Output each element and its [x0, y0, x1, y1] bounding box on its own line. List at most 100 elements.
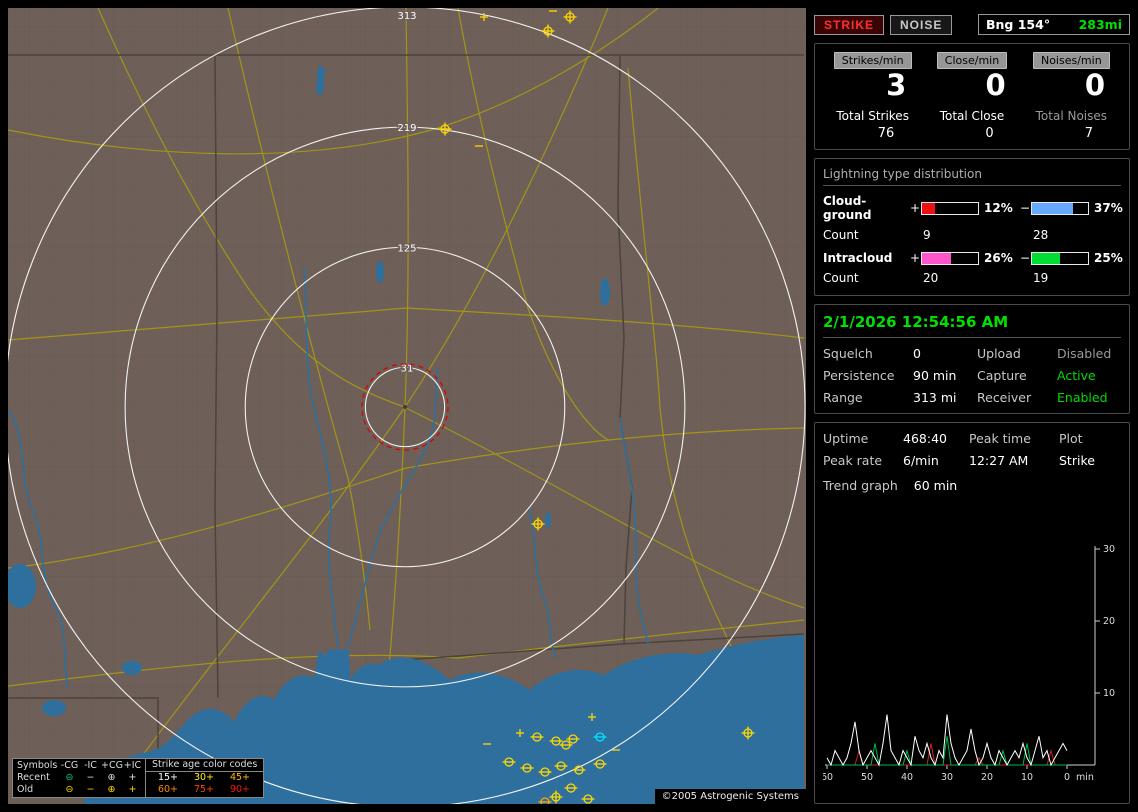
age-45: 45+ [229, 772, 251, 783]
intracloud-label: Intracloud [823, 251, 893, 266]
age-15: 15+ [157, 772, 179, 783]
ic-neg-count: 19 [1033, 271, 1049, 286]
lightning-map[interactable]: 31 125 219 313 Symbols -CG -IC +CG +IC Rece… [8, 8, 806, 804]
svg-text:30: 30 [941, 772, 953, 783]
svg-text:30: 30 [1103, 544, 1115, 555]
noises-per-min-chip[interactable]: Noises/min [1032, 52, 1110, 69]
col-neg-ic: -IC [84, 760, 97, 771]
peak-time-label: Peak time [969, 431, 1031, 447]
uptime-value: 468:40 [903, 431, 947, 447]
svg-text:10: 10 [1103, 688, 1115, 699]
ic-count-label: Count [823, 271, 859, 286]
trend-graph-period: 60 min [913, 478, 958, 494]
ic-pos-count: 20 [923, 271, 939, 286]
ic-pos-pct: 26% [984, 251, 1013, 266]
top-toolbar: STRIKE NOISE Bng 154° 283mi [814, 8, 1130, 35]
noises-rate-value: 0 [1084, 68, 1105, 102]
ic-pos-bar [921, 251, 979, 265]
recent-pos-cg-icon: ⊕ [107, 772, 116, 783]
cg-neg-pct: 37% [1094, 201, 1123, 216]
svg-text:20: 20 [981, 772, 993, 783]
recent-label: Recent [17, 772, 50, 783]
squelch-value: 0 [913, 346, 921, 362]
age-75: 75+ [193, 784, 215, 795]
persistence-label: Persistence [823, 368, 895, 384]
cg-neg-count: 28 [1033, 228, 1049, 243]
sensor-location-marker [403, 405, 407, 409]
recent-neg-ic-icon: − [86, 772, 95, 783]
svg-text:50: 50 [861, 772, 873, 783]
minus-sign: − [1019, 251, 1031, 266]
range-label: Range [823, 390, 863, 406]
ring-label-219: 219 [397, 123, 416, 134]
cg-count-label: Count [823, 228, 859, 243]
bearing-readout: Bng 154° 283mi [978, 14, 1130, 35]
cg-pos-pct: 12% [984, 201, 1013, 216]
svg-text:0: 0 [1064, 772, 1070, 783]
ring-label-313: 313 [397, 11, 416, 22]
persistence-value: 90 min [913, 368, 957, 384]
bearing-distance: 283mi [1078, 17, 1122, 32]
map-legend: Symbols -CG -IC +CG +IC Recent ⊖ − ⊕ + O… [12, 758, 265, 798]
old-label: Old [17, 784, 34, 795]
cloud-ground-row: Cloud-ground + 12% − 37% Count 9 28 [823, 194, 1123, 243]
bearing-label: Bng 154° [986, 17, 1051, 32]
total-noises-label: Total Noises [1035, 109, 1108, 124]
ic-neg-bar [1031, 251, 1089, 265]
ring-label-125: 125 [397, 243, 416, 254]
copyright-notice: ©2005 Astrogenic Systems [654, 789, 806, 804]
minus-sign: − [1019, 201, 1031, 216]
squelch-label: Squelch [823, 346, 873, 362]
age-header: Strike age color codes [146, 759, 264, 772]
cg-neg-bar [1031, 201, 1089, 215]
peak-rate-label: Peak rate [823, 453, 883, 469]
total-close-value: 0 [985, 126, 994, 142]
strike-button[interactable]: STRIKE [814, 14, 885, 35]
uptime-label: Uptime [823, 431, 869, 447]
old-neg-ic-icon: − [86, 784, 95, 795]
age-30: 30+ [193, 772, 215, 783]
total-strikes-value: 76 [877, 126, 895, 142]
svg-text:60: 60 [823, 772, 833, 783]
close-per-min-chip[interactable]: Close/min [936, 52, 1008, 69]
old-pos-cg-icon: ⊕ [107, 784, 116, 795]
col-pos-cg: +CG [101, 760, 123, 771]
trend-series-noises [827, 743, 1067, 766]
age-60: 60+ [157, 784, 179, 795]
symbol-legend: Symbols -CG -IC +CG +IC Recent ⊖ − ⊕ + O… [13, 759, 145, 797]
total-noises-value: 7 [1084, 126, 1093, 142]
distribution-title: Lightning type distribution [823, 167, 1121, 187]
receiver-label: Receiver [977, 390, 1032, 406]
strikes-per-min-chip[interactable]: Strikes/min [833, 52, 912, 69]
age-legend: Strike age color codes 15+ 30+ 45+ 60+ 7… [145, 759, 264, 797]
col-pos-ic: +IC [123, 760, 142, 771]
capture-state: Active [1057, 368, 1096, 384]
peak-rate-value: 6/min [903, 453, 939, 469]
cg-pos-count: 9 [923, 228, 931, 243]
recent-neg-cg-icon: ⊖ [65, 772, 74, 783]
upload-state: Disabled [1057, 346, 1112, 362]
svg-text:10: 10 [1021, 772, 1033, 783]
datetime-display: 2/1/2026 12:54:56 AM [823, 313, 1121, 339]
symbols-header: Symbols [17, 760, 58, 771]
svg-text:20: 20 [1103, 616, 1115, 627]
trend-graph-label: Trend graph [823, 478, 898, 494]
strikes-rate-value: 3 [886, 68, 907, 102]
total-strikes-label: Total Strikes [836, 109, 909, 124]
close-rate-value: 0 [985, 68, 1006, 102]
cg-pos-bar [921, 201, 979, 215]
svg-text:min: min [1076, 772, 1094, 783]
trend-graph-chart: 10 20 30 60 50 40 30 20 10 0 min [823, 544, 1115, 783]
age-90: 90+ [229, 784, 251, 795]
receiver-state: Enabled [1057, 390, 1108, 406]
distribution-section: Lightning type distribution Cloud-ground… [814, 158, 1130, 297]
plot-label: Plot [1059, 431, 1083, 447]
peak-time-value: 12:27 AM [969, 453, 1029, 469]
capture-label: Capture [977, 368, 1027, 384]
plus-sign: + [909, 201, 921, 216]
counters-section: Strikes/min Close/min Noises/min 3 0 0 T… [814, 43, 1130, 151]
ic-neg-pct: 25% [1094, 251, 1123, 266]
noise-button[interactable]: NOISE [890, 14, 953, 35]
settings-section: 2/1/2026 12:54:56 AM Squelch 0 Upload Di… [814, 304, 1130, 415]
plus-sign: + [909, 251, 921, 266]
